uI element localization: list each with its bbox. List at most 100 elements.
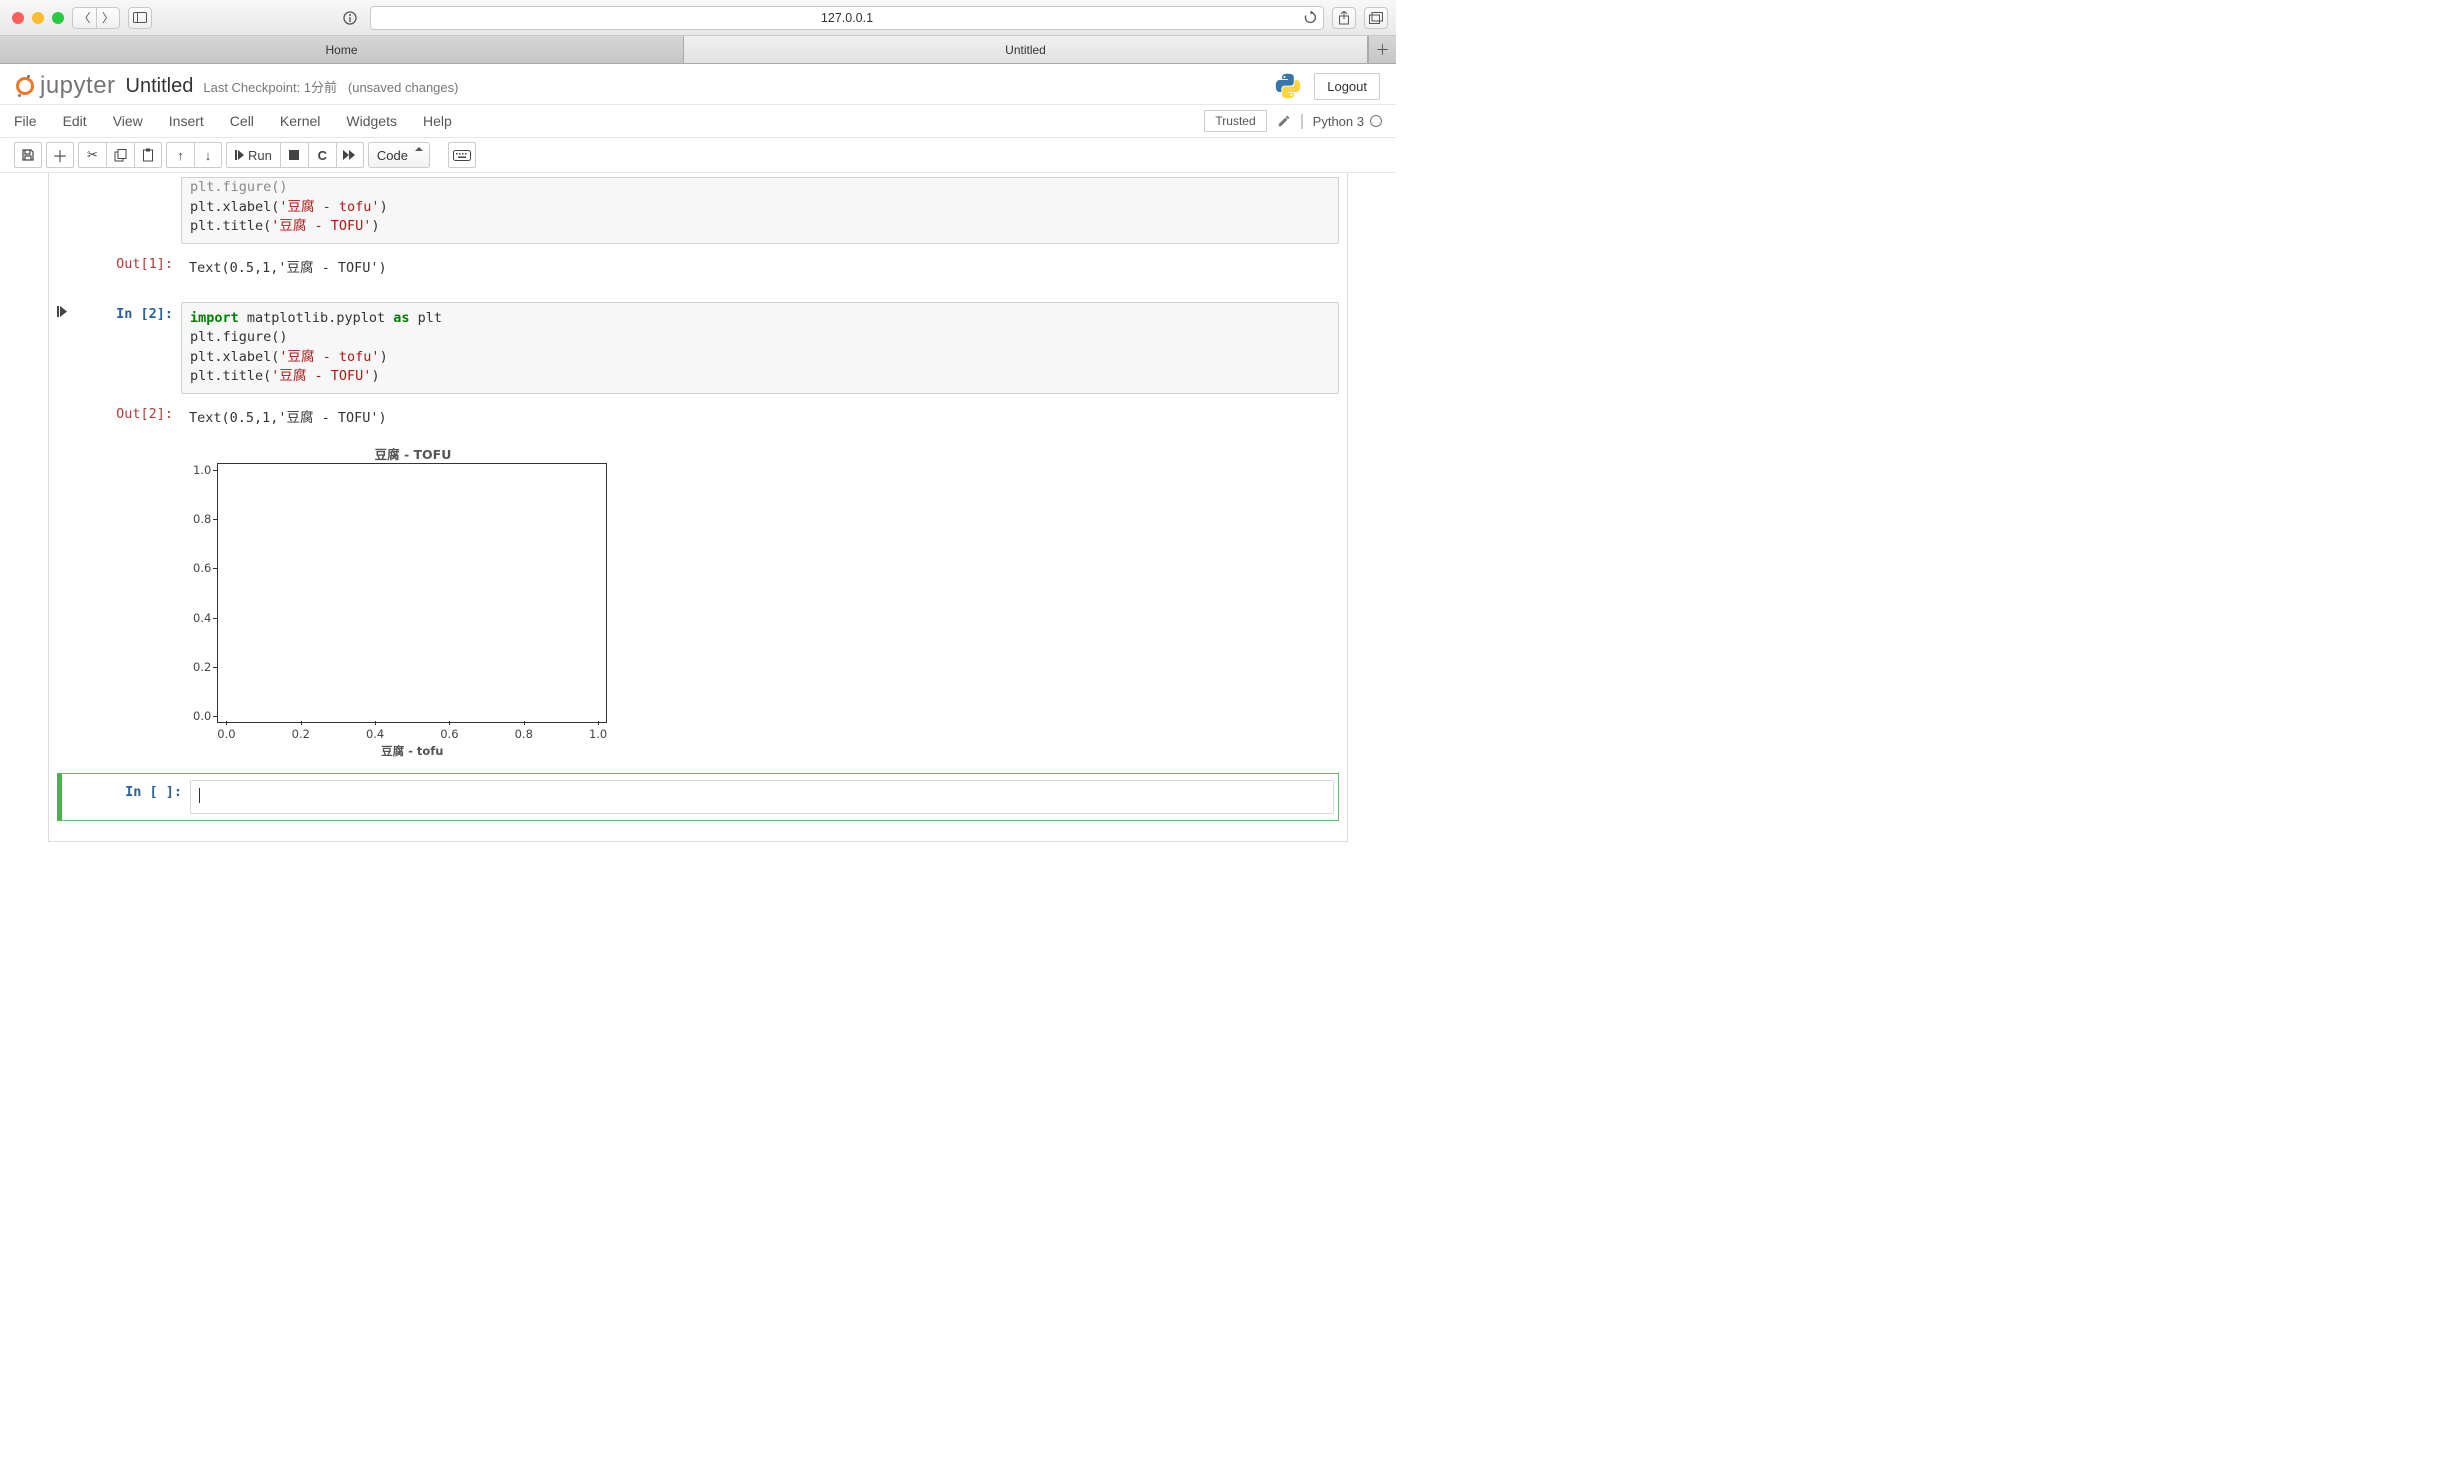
menu-view[interactable]: View (113, 113, 143, 129)
chart-x-axis: 0.0 0.2 0.4 0.6 0.8 1.0 (217, 723, 607, 741)
chart-xlabel: 豆腐 - tofu (217, 743, 607, 759)
y-tick: 0.0 (193, 709, 211, 723)
restart-button[interactable]: C (308, 142, 336, 168)
browser-toolbar: 〈 〉 127.0.0.1 (0, 0, 1396, 36)
zoom-window-button[interactable] (52, 12, 64, 24)
move-button-group: ↑ ↓ (166, 142, 222, 168)
interrupt-button[interactable] (280, 142, 308, 168)
matplotlib-figure: 豆腐 - TOFU 1.0 0.8 0.6 0.4 0.2 0.0 (173, 434, 633, 759)
copy-button[interactable] (106, 142, 134, 168)
jupyter-page: jupyter Untitled Last Checkpoint: 1分前 (u… (0, 64, 1396, 882)
code-input-1[interactable]: plt.figure() plt.xlabel('豆腐 - tofu') plt… (181, 177, 1339, 244)
x-tick: 0.8 (515, 727, 533, 741)
forward-button[interactable]: 〉 (96, 7, 120, 29)
logout-button[interactable]: Logout (1314, 73, 1380, 100)
kernel-status-icon (1370, 115, 1382, 127)
save-button[interactable] (14, 142, 42, 168)
y-tick: 0.2 (193, 660, 211, 674)
menu-kernel[interactable]: Kernel (280, 113, 320, 129)
browser-tab-home[interactable]: Home (0, 36, 684, 63)
x-tick: 0.2 (292, 727, 310, 741)
reload-button[interactable] (1304, 11, 1317, 24)
menu-help[interactable]: Help (423, 113, 452, 129)
share-button[interactable] (1332, 7, 1356, 29)
move-down-button[interactable]: ↓ (194, 142, 222, 168)
y-tick: 0.6 (193, 561, 211, 575)
tab-label: Untitled (1005, 43, 1046, 57)
x-tick: 1.0 (589, 727, 607, 741)
input-prompt-3: In [ ]: (80, 780, 190, 814)
trusted-badge[interactable]: Trusted (1204, 110, 1266, 132)
run-indicator (57, 177, 71, 244)
toolbar: ＋ ✂ ↑ ↓ Run C Code (0, 138, 1396, 173)
input-prompt-hidden (71, 177, 181, 244)
output-cell-2: Out[2]: Text(0.5,1,'豆腐 - TOFU') (49, 398, 1347, 434)
code-cell-2[interactable]: In [2]: import matplotlib.pyplot as plt … (49, 298, 1347, 398)
code-cell-1[interactable]: plt.figure() plt.xlabel('豆腐 - tofu') plt… (49, 173, 1347, 248)
move-up-button[interactable]: ↑ (166, 142, 194, 168)
chart-output: 豆腐 - TOFU 1.0 0.8 0.6 0.4 0.2 0.0 (49, 434, 1347, 759)
insert-cell-button[interactable]: ＋ (46, 142, 74, 168)
menu-insert[interactable]: Insert (169, 113, 204, 129)
sidebar-toggle-button[interactable] (128, 7, 152, 29)
code-text: ) (371, 368, 379, 384)
new-tab-button[interactable]: ＋ (1368, 36, 1396, 63)
run-button[interactable]: Run (226, 142, 280, 168)
output-text-2: Text(0.5,1,'豆腐 - TOFU') (181, 402, 1339, 430)
site-info-button[interactable] (338, 7, 362, 29)
y-tick: 0.8 (193, 512, 211, 526)
notebook-area[interactable]: plt.figure() plt.xlabel('豆腐 - tofu') plt… (0, 173, 1396, 882)
plus-icon: ＋ (1376, 40, 1390, 60)
browser-tab-untitled[interactable]: Untitled (684, 36, 1368, 63)
chevron-left-icon: 〈 (78, 9, 90, 26)
output-prompt-1: Out[1]: (71, 252, 181, 280)
code-line: ) (371, 218, 379, 234)
command-palette-button[interactable] (448, 142, 476, 168)
back-button[interactable]: 〈 (72, 7, 96, 29)
menu-widgets[interactable]: Widgets (346, 113, 397, 129)
menu-file[interactable]: File (14, 113, 37, 129)
run-this-cell-icon[interactable] (57, 302, 71, 394)
chart-y-axis: 1.0 0.8 0.6 0.4 0.2 0.0 (193, 463, 217, 723)
run-button-group: Run C (226, 142, 364, 168)
tabs-overview-button[interactable] (1364, 7, 1388, 29)
jupyter-logo[interactable]: jupyter (16, 72, 116, 100)
nav-button-group: 〈 〉 (72, 7, 120, 29)
code-input-3[interactable] (190, 780, 1334, 814)
kernel-indicator[interactable]: Python 3 (1301, 114, 1382, 129)
code-cell-3-selected[interactable]: In [ ]: (57, 773, 1339, 821)
tab-label: Home (325, 43, 357, 57)
plus-icon: ＋ (52, 143, 68, 167)
x-tick: 0.4 (366, 727, 384, 741)
celltype-select[interactable]: Code (368, 142, 430, 168)
edit-icon[interactable] (1277, 114, 1291, 128)
jupyter-logo-icon (16, 77, 34, 95)
code-string: '豆腐 - tofu' (279, 199, 379, 215)
code-string: '豆腐 - TOFU' (271, 218, 371, 234)
notebook-title[interactable]: Untitled (126, 75, 194, 98)
address-bar[interactable]: 127.0.0.1 (370, 6, 1324, 30)
menubar-right: Trusted Python 3 (1204, 110, 1382, 132)
code-line: ) (380, 199, 388, 215)
code-text: ) (380, 349, 388, 365)
arrow-up-icon: ↑ (177, 148, 184, 163)
paste-button[interactable] (134, 142, 162, 168)
input-prompt-2: In [2]: (71, 302, 181, 394)
arrow-down-icon: ↓ (205, 148, 212, 163)
close-window-button[interactable] (12, 12, 24, 24)
scissors-icon: ✂ (87, 147, 98, 163)
menu-edit[interactable]: Edit (63, 113, 87, 129)
code-line: plt.title( (190, 218, 271, 234)
menu-cell[interactable]: Cell (230, 113, 254, 129)
text-cursor (199, 788, 200, 803)
minimize-window-button[interactable] (32, 12, 44, 24)
restart-run-all-button[interactable] (336, 142, 364, 168)
x-tick: 0.0 (217, 727, 235, 741)
code-text: plt.xlabel( (190, 349, 279, 365)
notebook-header: jupyter Untitled Last Checkpoint: 1分前 (u… (0, 64, 1396, 104)
keyboard-icon (453, 150, 471, 161)
cut-button[interactable]: ✂ (78, 142, 106, 168)
code-input-2[interactable]: import matplotlib.pyplot as plt plt.figu… (181, 302, 1339, 394)
celltype-select-wrap: Code (368, 142, 430, 168)
fast-forward-icon (343, 150, 356, 160)
